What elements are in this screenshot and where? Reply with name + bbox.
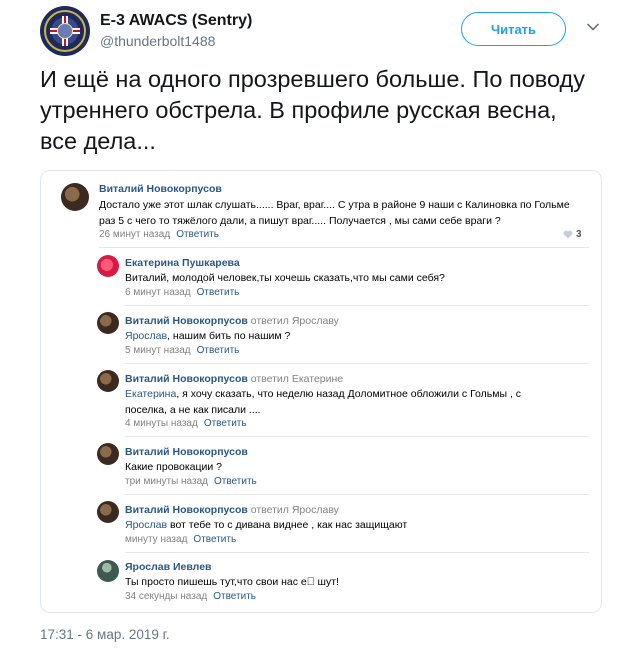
comment-author[interactable]: Виталий Новокорпусов ответил Ярославу [125,504,339,516]
comment-time[interactable]: 4 минуты назад [125,418,198,429]
reply-link[interactable]: Ответить [193,534,236,545]
comment-text: Ярослав, нашим бить по нашим ? [125,328,575,344]
avatar[interactable] [61,183,89,211]
comment-time[interactable]: три минуты назад [125,476,208,487]
reply-link[interactable]: Ответить [197,287,240,298]
heart-icon [563,230,573,239]
tweet-timestamp[interactable]: 17:31 - 6 мар. 2019 г. [40,627,170,642]
comment-author[interactable]: Виталий Новокорпусов [99,183,222,195]
avatar[interactable] [97,443,119,465]
tweet-header: E-3 AWACS (Sentry) @thunderbolt1488 Чита… [40,6,610,56]
user-handle[interactable]: @thunderbolt1488 [100,33,215,49]
avatar[interactable] [97,255,119,277]
chevron-down-icon[interactable] [586,20,600,34]
author-name[interactable]: Виталий Новокорпусов [125,315,248,327]
avatar-emblem [57,23,73,39]
divider [125,552,589,553]
avatar[interactable] [40,6,90,56]
reply-link[interactable]: Ответить [176,229,219,240]
reply-link[interactable]: Ответить [204,418,247,429]
author-name[interactable]: Виталий Новокорпусов [125,373,248,385]
comment-text: Какие провокации ? [125,461,223,473]
avatar[interactable] [97,312,119,334]
mention-link[interactable]: Ярослав [125,330,167,342]
divider [125,305,589,306]
comment-time[interactable]: 26 минут назад [99,229,170,240]
reply-to-label[interactable]: ответил Ярославу [251,504,339,516]
reply-link[interactable]: Ответить [214,476,257,487]
comment-meta: три минуты назад Ответить [125,476,257,487]
comment-body: вот тебе то с дивана виднее , как нас за… [167,519,408,531]
like-button[interactable]: 3 [563,229,582,240]
like-count: 3 [576,229,582,240]
reply-link[interactable]: Ответить [197,345,240,356]
comment-meta: 34 секунды назад Ответить [125,591,256,602]
comment-author[interactable]: Виталий Новокорпусов [125,446,248,458]
comment-text: Ты просто пишешь тут,что свои нас е  шут… [125,576,339,588]
divider [99,247,589,248]
comment-time[interactable]: 5 минут назад [125,345,191,356]
comment-body: , я хочу сказать, что неделю назад Долом… [125,388,522,416]
mention-link[interactable]: Екатерина [125,388,176,400]
divider [125,436,589,437]
avatar[interactable] [97,560,119,582]
display-name[interactable]: E-3 AWACS (Sentry) [100,12,252,30]
comment-text: Ярослав вот тебе то с дивана виднее , ка… [125,517,575,533]
reply-to-label[interactable]: ответил Ярославу [251,315,339,327]
comment-author[interactable]: Виталий Новокорпусов ответил Екатерине [125,373,343,385]
comment-text: Виталий, молодой человек,ты хочешь сказа… [125,272,445,284]
follow-button[interactable]: Читать [461,12,566,46]
comment-meta: 5 минут назад Ответить [125,345,239,356]
avatar[interactable] [97,370,119,392]
author-name[interactable]: Виталий Новокорпусов [99,183,222,195]
reply-to-label[interactable]: ответил Екатерине [251,373,343,385]
mention-link[interactable]: Ярослав [125,519,167,531]
comment-time[interactable]: минуту назад [125,534,187,545]
avatar[interactable] [97,501,119,523]
reply-link[interactable]: Ответить [213,591,256,602]
divider [125,494,589,495]
author-name[interactable]: Ярослав Иевлев [125,561,212,573]
comment-time[interactable]: 34 секунды назад [125,591,207,602]
comment-author[interactable]: Виталий Новокорпусов ответил Ярославу [125,315,339,327]
divider [125,363,589,364]
comment-meta: минуту назад Ответить [125,534,236,545]
comment-author[interactable]: Екатерина Пушкарева [125,257,240,269]
embedded-image[interactable]: Виталий Новокорпусов Достало уже этот шл… [40,170,602,613]
author-name[interactable]: Виталий Новокорпусов [125,504,248,516]
comment-body: , нашим бить по нашим ? [167,330,291,342]
comment-meta: 26 минут назад Ответить [99,229,219,240]
comment-meta: 6 минут назад Ответить [125,287,239,298]
comment-author[interactable]: Ярослав Иевлев [125,561,212,573]
comment-text: Екатерина, я хочу сказать, что неделю на… [125,386,565,418]
tweet-text: И ещё на одного прозревшего больше. По п… [40,66,586,154]
comment-text: Достало уже этот шлак слушать...... Враг… [99,199,570,227]
comment-meta: 4 минуты назад Ответить [125,418,247,429]
author-name[interactable]: Виталий Новокорпусов [125,446,248,458]
author-name[interactable]: Екатерина Пушкарева [125,257,240,269]
comment-time[interactable]: 6 минут назад [125,287,191,298]
